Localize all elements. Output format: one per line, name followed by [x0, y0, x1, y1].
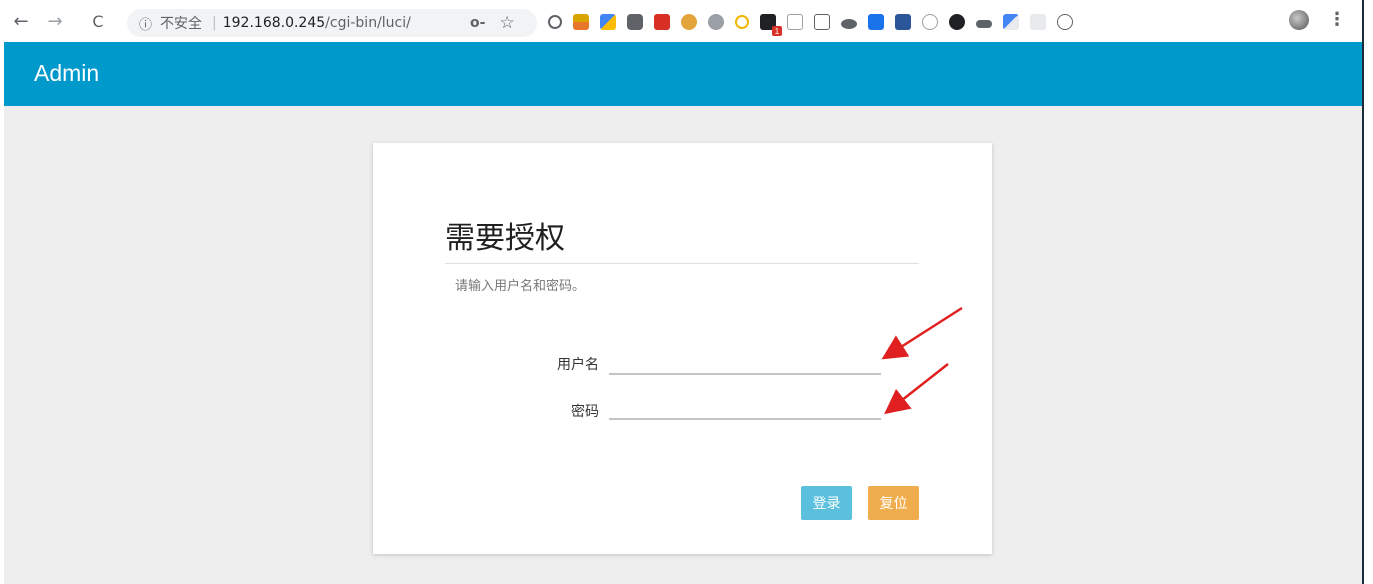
url-separator: | [212, 15, 217, 31]
history-extension-icon[interactable] [548, 15, 562, 29]
title-divider [445, 263, 919, 264]
forward-arrow-icon: → [47, 10, 63, 32]
username-label: 用户名 [557, 357, 599, 373]
login-description: 请输入用户名和密码。 [455, 279, 586, 294]
back-button[interactable]: ← [10, 10, 32, 32]
password-label: 密码 [571, 404, 599, 420]
url-path: /cgi-bin/luci/ [325, 15, 411, 31]
url-host: 192.168.0.245 [222, 15, 326, 31]
reset-button[interactable]: 复位 [868, 486, 919, 520]
username-field[interactable] [609, 351, 881, 375]
ip-extension-icon[interactable] [922, 14, 938, 30]
page-content: Admin 需要授权 请输入用户名和密码。 用户名 密码 登录 复位 [4, 42, 1362, 584]
translate-extension-icon[interactable] [1003, 14, 1019, 30]
window-edge [1362, 0, 1364, 584]
cookie-extension-icon[interactable] [681, 14, 697, 30]
browser-toolbar: ← → C ⓘ 不安全 | 192.168.0.245/cgi-bin/luci… [0, 0, 1373, 42]
word-extension-icon[interactable] [895, 14, 911, 30]
color-extension-icon[interactable] [600, 14, 616, 30]
glasses-extension-icon[interactable] [976, 20, 992, 28]
key-icon[interactable]: o- [470, 15, 485, 31]
cursor-extension-icon[interactable] [787, 14, 803, 30]
chart-extension-icon[interactable] [814, 14, 830, 30]
reload-icon: C [92, 11, 104, 31]
circle-extension-icon[interactable] [1057, 14, 1073, 30]
password-field[interactable] [609, 396, 881, 420]
insecure-label: 不安全 [160, 16, 203, 32]
extensions-bar: 1 [548, 8, 1073, 36]
top-header: Admin [4, 42, 1362, 106]
paragraph-extension-icon[interactable] [573, 14, 589, 30]
login-button[interactable]: 登录 [801, 486, 852, 520]
camera-extension-icon[interactable] [627, 14, 643, 30]
blank-extension-icon[interactable] [1030, 14, 1046, 30]
omnibox-actions: o- ☆ [470, 9, 515, 37]
bookmark-star-icon[interactable]: ☆ [499, 13, 514, 33]
extension-badge: 1 [772, 26, 782, 36]
notification-extension-icon[interactable]: 1 [760, 14, 782, 36]
page-title: 需要授权 [445, 221, 565, 256]
block-extension-icon[interactable] [949, 14, 965, 30]
gear-extension-icon[interactable] [708, 14, 724, 30]
back-arrow-icon: ← [13, 10, 29, 32]
browser-menu-icon[interactable]: ⋮ [1328, 9, 1346, 30]
brand-title[interactable]: Admin [34, 60, 99, 87]
eye-extension-icon[interactable] [841, 18, 857, 29]
reload-button[interactable]: C [87, 10, 109, 32]
profile-avatar[interactable] [1289, 10, 1309, 30]
fe-helper-extension-icon[interactable] [654, 14, 670, 30]
wifi-extension-icon[interactable] [868, 14, 884, 30]
check-extension-icon[interactable] [735, 15, 749, 29]
login-card: 需要授权 请输入用户名和密码。 用户名 密码 登录 复位 [373, 143, 992, 554]
forward-button[interactable]: → [44, 10, 66, 32]
info-icon[interactable]: ⓘ [139, 14, 152, 33]
